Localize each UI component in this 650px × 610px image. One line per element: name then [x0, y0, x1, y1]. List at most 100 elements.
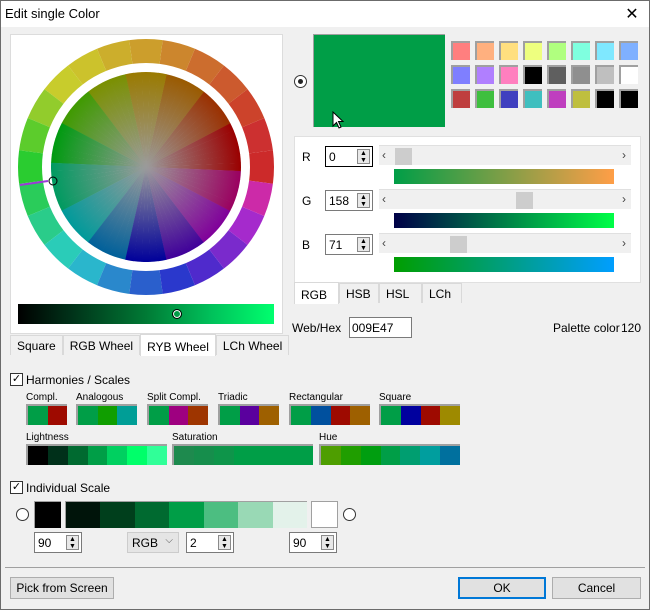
scale-right-spinner[interactable]: 90 ▲ ▼: [289, 532, 337, 553]
web-hex-input[interactable]: 009E47: [349, 317, 412, 338]
close-icon[interactable]: ✕: [615, 1, 649, 27]
scale-swatches[interactable]: [319, 444, 461, 465]
individual-scale-checkbox[interactable]: ✓: [10, 481, 23, 494]
scroll-left-icon[interactable]: ‹: [382, 192, 386, 206]
scale-swatch[interactable]: [107, 446, 128, 465]
scale-swatch[interactable]: [340, 446, 361, 465]
scale-swatch[interactable]: [420, 446, 441, 465]
harmony-swatch[interactable]: [78, 406, 98, 425]
palette-swatch[interactable]: [547, 41, 566, 60]
harmony-swatch[interactable]: [28, 406, 48, 425]
harmony-swatch[interactable]: [381, 406, 401, 425]
individual-scale-swatch[interactable]: [272, 502, 307, 528]
harmonies-checkbox[interactable]: ✓: [10, 373, 23, 386]
palette-swatch[interactable]: [499, 65, 518, 84]
scroll-thumb[interactable]: [395, 148, 412, 165]
hue-segment[interactable]: [129, 39, 163, 64]
spin-arrows-icon[interactable]: ▲ ▼: [357, 237, 370, 252]
scroll-right-icon[interactable]: ›: [622, 148, 626, 162]
spin-arrows-icon[interactable]: ▲ ▼: [357, 193, 370, 208]
palette-swatch[interactable]: [547, 65, 566, 84]
individual-scale-swatch[interactable]: [203, 502, 239, 528]
scale-swatch[interactable]: [67, 446, 88, 465]
palette-swatch[interactable]: [571, 89, 590, 108]
harmony-swatches[interactable]: [147, 404, 209, 425]
individual-scale-swatch[interactable]: [100, 502, 135, 528]
ok-button[interactable]: OK: [458, 577, 546, 599]
harmony-swatch[interactable]: [350, 406, 370, 425]
palette-swatch[interactable]: [451, 65, 470, 84]
current-color-radio[interactable]: [294, 75, 307, 88]
scale-swatch[interactable]: [321, 446, 341, 465]
harmony-swatches[interactable]: [26, 404, 67, 425]
scale-left-spinner[interactable]: 90 ▲ ▼: [34, 532, 82, 553]
harmony-swatch[interactable]: [310, 406, 331, 425]
palette-swatch[interactable]: [619, 65, 638, 84]
scale-end-radio[interactable]: [343, 508, 356, 521]
palette-swatch[interactable]: [475, 65, 494, 84]
tab-ryb-wheel[interactable]: RYB Wheel: [140, 334, 216, 356]
spin-arrows-icon[interactable]: ▲ ▼: [66, 535, 79, 550]
harmony-swatch[interactable]: [220, 406, 240, 425]
brightness-knob[interactable]: [171, 309, 182, 319]
scroll-right-icon[interactable]: ›: [622, 236, 626, 250]
harmony-swatch[interactable]: [188, 406, 209, 425]
scale-start-radio[interactable]: [16, 508, 29, 521]
palette-swatch[interactable]: [571, 65, 590, 84]
tab-hsl[interactable]: HSL: [379, 283, 422, 303]
scale-start-color[interactable]: [34, 501, 61, 528]
scale-swatches[interactable]: [172, 444, 314, 465]
scroll-left-icon[interactable]: ‹: [382, 148, 386, 162]
scale-swatch[interactable]: [28, 446, 48, 465]
harmony-swatch[interactable]: [400, 406, 421, 425]
spin-arrows-icon[interactable]: ▲ ▼: [357, 149, 370, 164]
harmony-swatch[interactable]: [168, 406, 189, 425]
scroll-thumb[interactable]: [515, 192, 533, 209]
harmony-swatch[interactable]: [330, 406, 351, 425]
harmony-swatches[interactable]: [379, 404, 460, 425]
scale-swatch[interactable]: [400, 446, 421, 465]
scale-swatch[interactable]: [293, 446, 314, 465]
tab-lch[interactable]: LCh: [422, 283, 462, 303]
scale-swatch[interactable]: [87, 446, 108, 465]
scale-swatch[interactable]: [127, 446, 148, 465]
scale-swatch[interactable]: [233, 446, 254, 465]
harmony-swatch[interactable]: [117, 406, 138, 425]
channel-scrollbar[interactable]: ‹ ›: [379, 145, 631, 165]
cancel-button[interactable]: Cancel: [552, 577, 641, 599]
harmony-swatches[interactable]: [76, 404, 138, 425]
scale-swatch[interactable]: [360, 446, 381, 465]
scale-end-color[interactable]: [311, 501, 338, 528]
harmony-swatch[interactable]: [239, 406, 260, 425]
palette-swatch[interactable]: [595, 89, 614, 108]
scale-steps-spinner[interactable]: 2 ▲ ▼: [186, 532, 234, 553]
scale-swatch[interactable]: [147, 446, 168, 465]
scale-swatch[interactable]: [174, 446, 194, 465]
palette-swatch[interactable]: [547, 89, 566, 108]
scale-mode-dropdown[interactable]: RGB ⌵: [127, 532, 179, 553]
palette-swatch[interactable]: [619, 41, 638, 60]
scale-swatch[interactable]: [273, 446, 294, 465]
individual-scale-swatch[interactable]: [134, 502, 170, 528]
tab-hsb[interactable]: HSB: [339, 283, 379, 303]
individual-scale-swatch[interactable]: [169, 502, 204, 528]
scale-swatch[interactable]: [193, 446, 214, 465]
individual-scale-swatch[interactable]: [66, 502, 101, 528]
harmony-swatch[interactable]: [97, 406, 118, 425]
palette-swatch[interactable]: [451, 89, 470, 108]
palette-swatch[interactable]: [619, 89, 638, 108]
scale-swatch[interactable]: [440, 446, 461, 465]
palette-swatch[interactable]: [523, 89, 542, 108]
scale-swatch[interactable]: [380, 446, 401, 465]
hue-segment[interactable]: [129, 270, 163, 295]
palette-swatch[interactable]: [451, 41, 470, 60]
scale-swatches[interactable]: [26, 444, 168, 465]
spin-arrows-icon[interactable]: ▲ ▼: [321, 535, 334, 550]
channel-scrollbar[interactable]: ‹ ›: [379, 189, 631, 209]
tab-lch-wheel[interactable]: LCh Wheel: [215, 335, 290, 355]
channel-spinner[interactable]: 158 ▲ ▼: [325, 190, 373, 211]
palette-swatch[interactable]: [595, 65, 614, 84]
harmony-swatch[interactable]: [291, 406, 311, 425]
palette-swatch[interactable]: [499, 89, 518, 108]
palette-swatch[interactable]: [475, 41, 494, 60]
